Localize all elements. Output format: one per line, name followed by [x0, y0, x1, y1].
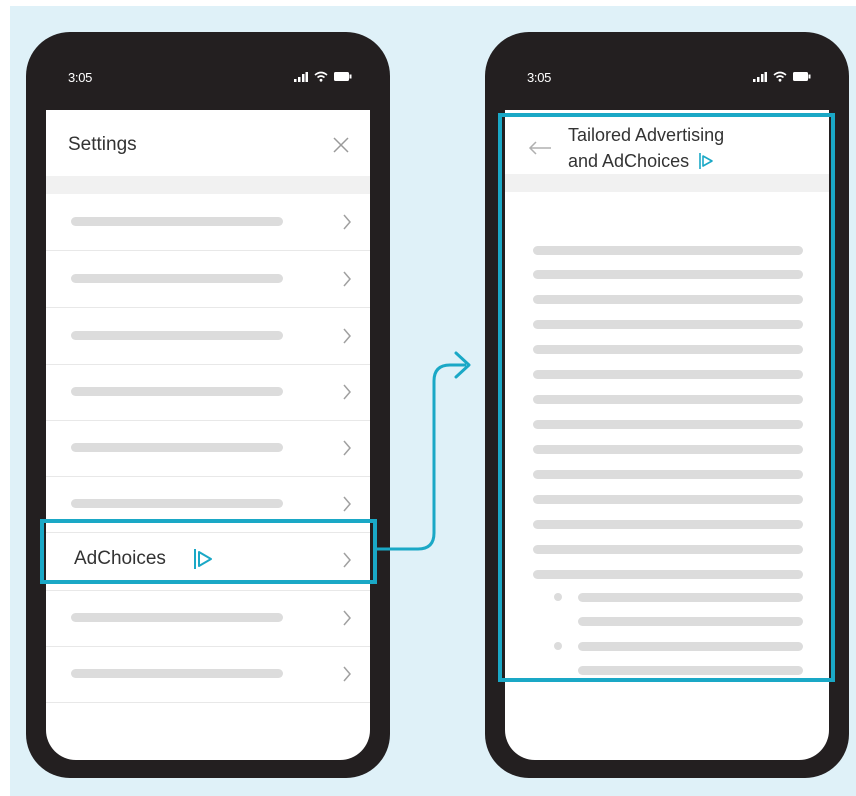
flow-arrow — [377, 351, 471, 551]
